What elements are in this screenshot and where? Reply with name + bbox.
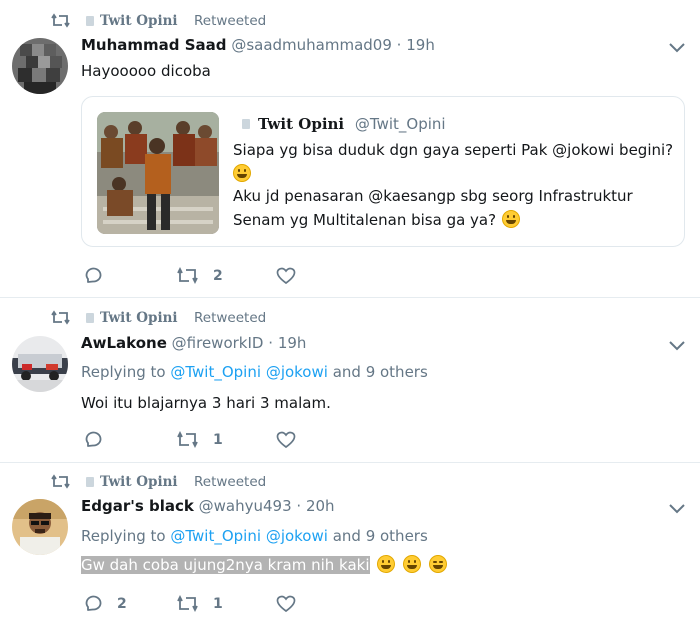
chevron-down-icon[interactable] — [668, 340, 686, 352]
retweet-count: 1 — [213, 432, 223, 448]
retweeted-indicator: Twit Opini Retweeted — [0, 12, 300, 32]
quoted-text-line-2: Aku jd penasaran @kaesangp sbg seorg Inf… — [233, 187, 633, 205]
tweet-3[interactable]: Twit Opini Retweeted Edgar's black @wahy… — [0, 463, 700, 619]
grinning-emoji-icon — [233, 164, 251, 182]
reply-user-link[interactable]: @Twit_Opini — [170, 527, 261, 545]
retweeter-name[interactable]: Twit Opini — [100, 474, 178, 490]
replying-to: Replying to @Twit_Opini @jokowi and 9 ot… — [81, 363, 428, 381]
retweeted-indicator: Twit Opini Retweeted — [0, 473, 300, 493]
twit-opini-logo-icon — [242, 119, 250, 129]
tweet-text: Woi itu blajarnya 3 hari 3 malam. — [81, 394, 331, 412]
twit-opini-logo-icon — [86, 477, 94, 487]
quoted-tweet-text: Siapa yg bisa duduk dgn gaya seperti Pak… — [233, 141, 673, 233]
retweeted-indicator: Twit Opini Retweeted — [0, 309, 300, 329]
heart-icon — [276, 267, 296, 285]
heart-icon — [276, 595, 296, 613]
reply-icon — [85, 595, 102, 611]
tweet-text-row: Gw dah coba ujung2nya kram nih kaki — [81, 555, 447, 574]
quoted-user-handle[interactable]: @Twit_Opini — [355, 115, 446, 133]
twit-opini-logo-icon — [86, 313, 94, 323]
tweet-header: AwLakone @fireworkID · 19h — [81, 334, 306, 352]
replying-to-label: Replying to — [81, 527, 166, 545]
replying-to-label: Replying to — [81, 363, 166, 381]
retweet-icon — [51, 310, 70, 325]
tears-of-joy-emoji-icon — [428, 555, 447, 573]
retweet-count: 1 — [213, 596, 223, 612]
quoted-text-line-1: Siapa yg bisa duduk dgn gaya seperti Pak… — [233, 141, 674, 159]
reply-others-link[interactable]: and 9 others — [333, 527, 428, 545]
avatar[interactable] — [12, 499, 68, 555]
quoted-display-name[interactable]: Twit Opini — [258, 115, 344, 133]
reply-user-link[interactable]: @Twit_Opini — [170, 363, 261, 381]
reply-button[interactable] — [84, 266, 108, 288]
timestamp[interactable]: 19h — [406, 36, 435, 54]
chevron-down-icon[interactable] — [668, 42, 686, 54]
tweet-header: Muhammad Saad @saadmuhammad09 · 19h — [81, 36, 435, 54]
separator: · — [296, 497, 302, 515]
twit-opini-logo-icon — [86, 16, 94, 26]
like-button[interactable] — [276, 266, 298, 288]
tweet-text: Gw dah coba ujung2nya kram nih kaki — [81, 556, 370, 574]
avatar[interactable] — [12, 336, 68, 392]
retweeted-label: Retweeted — [194, 474, 267, 490]
retweeter-name[interactable]: Twit Opini — [100, 310, 178, 326]
retweet-button[interactable]: 2 — [176, 266, 226, 288]
retweeted-label: Retweeted — [194, 310, 267, 326]
reply-others-link[interactable]: and 9 others — [333, 363, 428, 381]
like-button[interactable] — [276, 594, 298, 616]
reply-icon — [85, 267, 102, 283]
retweet-button[interactable]: 1 — [176, 430, 226, 452]
retweeted-label: Retweeted — [194, 13, 267, 29]
quoted-tweet-photo[interactable] — [97, 112, 219, 234]
reply-count: 2 — [117, 596, 127, 612]
like-button[interactable] — [276, 430, 298, 452]
reply-user-link[interactable]: @jokowi — [266, 527, 328, 545]
timestamp[interactable]: 20h — [306, 497, 335, 515]
separator: · — [396, 36, 402, 54]
reply-button[interactable] — [84, 430, 108, 452]
user-handle[interactable]: @saadmuhammad09 — [231, 36, 392, 54]
separator: · — [268, 334, 274, 352]
user-handle[interactable]: @wahyu493 — [199, 497, 292, 515]
tweet-header: Edgar's black @wahyu493 · 20h — [81, 497, 335, 515]
display-name[interactable]: Muhammad Saad — [81, 36, 227, 54]
avatar[interactable] — [12, 38, 68, 94]
reply-button[interactable]: 2 — [84, 594, 134, 616]
quoted-tweet[interactable]: Twit Opini @Twit_Opini Siapa yg bisa dud… — [81, 96, 685, 247]
quoted-text-line-3: Senam yg Multitalenan bisa ga ya? — [233, 211, 497, 229]
display-name[interactable]: Edgar's black — [81, 497, 194, 515]
smiling-emoji-icon — [502, 210, 521, 228]
tweet-1[interactable]: Twit Opini Retweeted Muhammad Saad @saad… — [0, 0, 700, 297]
replying-to: Replying to @Twit_Opini @jokowi and 9 ot… — [81, 527, 428, 545]
tweet-text: Hayooooo dicoba — [81, 62, 211, 80]
quoted-tweet-header: Twit Opini @Twit_Opini — [258, 115, 446, 133]
retweeter-name[interactable]: Twit Opini — [100, 13, 178, 29]
smiling-emoji-icon — [377, 555, 396, 573]
retweet-icon — [51, 474, 70, 489]
retweet-button[interactable]: 1 — [176, 594, 226, 616]
heart-icon — [276, 431, 296, 449]
retweet-icon — [51, 13, 70, 28]
retweet-icon — [177, 430, 198, 449]
user-handle[interactable]: @fireworkID — [172, 334, 264, 352]
timestamp[interactable]: 19h — [278, 334, 307, 352]
chevron-down-icon[interactable] — [668, 503, 686, 515]
retweet-icon — [177, 266, 198, 285]
grinning-emoji-icon — [403, 555, 422, 573]
tweet-2[interactable]: Twit Opini Retweeted AwLakone @fireworkI… — [0, 298, 700, 462]
display-name[interactable]: AwLakone — [81, 334, 167, 352]
reply-icon — [85, 431, 102, 447]
retweet-icon — [177, 594, 198, 613]
retweet-count: 2 — [213, 268, 223, 284]
reply-user-link[interactable]: @jokowi — [266, 363, 328, 381]
